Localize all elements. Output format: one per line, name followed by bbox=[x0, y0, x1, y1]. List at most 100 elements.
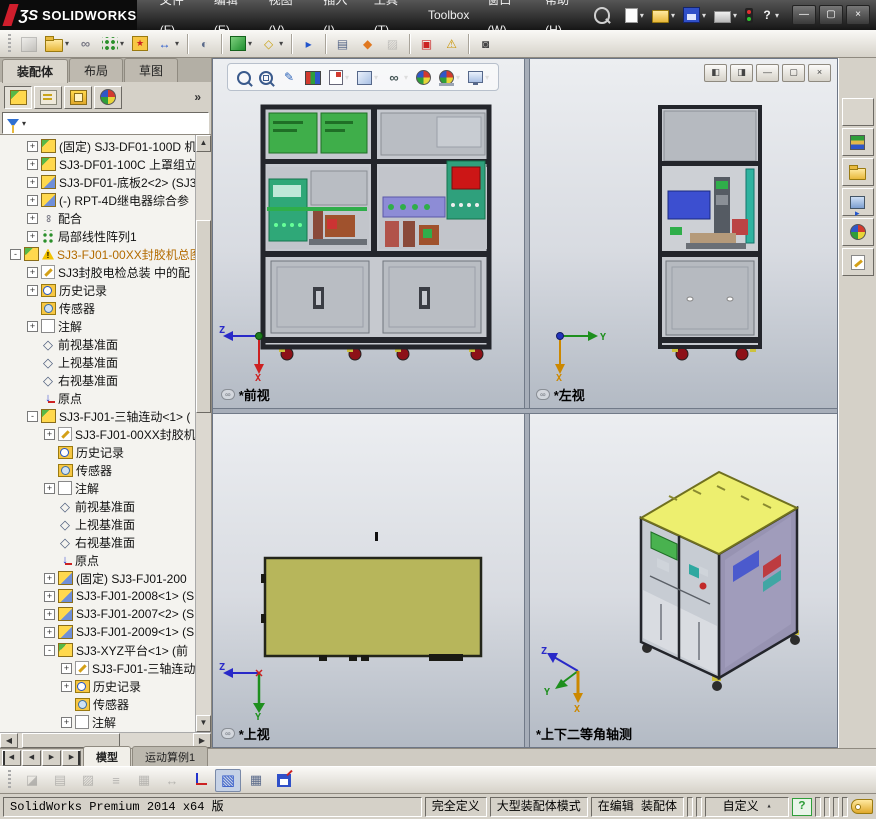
tree-item[interactable]: 传感器 bbox=[0, 299, 195, 317]
left-view-model[interactable] bbox=[630, 103, 790, 363]
explode-line-sketch-button[interactable]: ▨ bbox=[380, 33, 405, 55]
help-button[interactable]: ? ▾ bbox=[758, 6, 782, 24]
tree-item[interactable]: ◇ 上视基准面 bbox=[0, 515, 195, 533]
tree-item[interactable]: + 注解 bbox=[0, 713, 195, 731]
reference-geometry-button[interactable]: ◇ ▾ bbox=[256, 33, 287, 55]
chevron-down-icon[interactable]: ▾ bbox=[345, 73, 349, 82]
assembly-features-button[interactable]: ▾ bbox=[226, 33, 256, 54]
viewport-left[interactable]: Y X ∞ *左视 bbox=[528, 59, 837, 408]
chevron-down-icon[interactable]: ▾ bbox=[374, 73, 378, 82]
viewport-top[interactable]: Z Y ∞ *上视 bbox=[213, 412, 524, 747]
expand-toggle[interactable]: - bbox=[27, 410, 38, 422]
tree-item[interactable]: + ∞ 配合 bbox=[0, 209, 195, 227]
tree-item[interactable]: ◇ 右视基准面 bbox=[0, 533, 195, 551]
viewport-grid-button[interactable]: ▦ bbox=[243, 769, 269, 792]
property-manager-tab[interactable] bbox=[34, 85, 62, 109]
expand-toggle[interactable]: + bbox=[27, 158, 38, 170]
left-pane-toggle-button[interactable]: ◧ bbox=[704, 64, 727, 82]
chevron-down-icon[interactable]: ▾ bbox=[640, 11, 644, 20]
tree-item[interactable]: -! SJ3-FJ01-00XX封胶机总图 bbox=[0, 245, 195, 263]
design-library-button[interactable] bbox=[841, 128, 874, 156]
move-component-button[interactable]: ↔ ▾ bbox=[152, 33, 183, 55]
file-explorer-button[interactable] bbox=[841, 158, 874, 186]
expand-toggle[interactable]: + bbox=[44, 590, 55, 602]
tree-item[interactable]: + 注解 bbox=[0, 317, 195, 335]
tree-item[interactable]: + 局部线性阵列1 bbox=[0, 227, 195, 245]
chevron-down-icon[interactable]: ▾ bbox=[175, 39, 179, 48]
chevron-down-icon[interactable]: ▾ bbox=[775, 11, 779, 20]
quick-tips-button[interactable]: ? bbox=[792, 797, 812, 816]
right-pane-toggle-button[interactable]: ◨ bbox=[730, 64, 753, 82]
swap-arrows-button[interactable]: ↔ bbox=[159, 769, 185, 792]
tree-item[interactable]: + SJ3-DF01-底板2<2> (SJ3- bbox=[0, 173, 195, 191]
expand-toggle[interactable]: + bbox=[27, 140, 38, 152]
tree-item[interactable]: + SJ3-FJ01-00XX封胶机. bbox=[0, 425, 195, 443]
filter-dropdown-arrow[interactable]: ▾ bbox=[22, 119, 26, 128]
scroll-thumb[interactable] bbox=[196, 219, 211, 413]
drawing-section-button[interactable]: ▾ bbox=[326, 68, 352, 87]
chevron-down-icon[interactable]: ▾ bbox=[671, 11, 675, 20]
coordinate-axes-button[interactable] bbox=[187, 769, 213, 792]
feature-manager-tab[interactable] bbox=[4, 85, 32, 109]
expand-toggle[interactable]: + bbox=[61, 662, 72, 674]
smart-fasteners-button[interactable]: ★ bbox=[128, 33, 152, 54]
scroll-left-arrow[interactable]: ◀ bbox=[0, 733, 18, 748]
chevron-down-icon[interactable]: ▾ bbox=[248, 39, 252, 48]
tree-item[interactable]: ◇ 上视基准面 bbox=[0, 353, 195, 371]
performance-monitor-button[interactable] bbox=[742, 6, 756, 25]
horizontal-splitter[interactable] bbox=[213, 408, 837, 414]
restore-document-button[interactable]: ▢ bbox=[782, 64, 805, 82]
zoom-fit-button[interactable] bbox=[234, 68, 254, 87]
front-view-model[interactable] bbox=[251, 103, 501, 363]
view-palette-button[interactable] bbox=[841, 188, 874, 221]
section-view-button[interactable] bbox=[302, 68, 324, 87]
chevron-down-icon[interactable]: ▾ bbox=[279, 39, 283, 48]
expand-toggle[interactable]: + bbox=[27, 266, 38, 278]
filter-icon[interactable] bbox=[7, 119, 19, 133]
tree-item[interactable]: + (固定) SJ3-DF01-100D 机 bbox=[0, 137, 195, 155]
configuration-manager-tab[interactable] bbox=[64, 85, 92, 109]
panel-tab-1[interactable]: 布局 bbox=[69, 58, 124, 82]
expand-toggle[interactable]: + bbox=[27, 320, 38, 332]
tree-item[interactable]: ↓ 原点 bbox=[0, 551, 195, 569]
tree-item[interactable]: 传感器 bbox=[0, 461, 195, 479]
first-tab-button[interactable]: ◀ bbox=[2, 750, 21, 766]
expand-toggle[interactable]: - bbox=[44, 644, 55, 656]
expand-toggle[interactable]: + bbox=[27, 230, 38, 242]
chevron-down-icon[interactable]: ▾ bbox=[485, 73, 489, 82]
expand-toggle[interactable]: + bbox=[44, 428, 55, 440]
next-tab-button[interactable]: ▶ bbox=[42, 750, 61, 766]
hide-show-button[interactable]: ∞ ▾ bbox=[383, 68, 411, 87]
line-list-button[interactable]: ≡ bbox=[103, 769, 129, 792]
overflow-chevron[interactable]: » bbox=[188, 90, 207, 104]
scene-button[interactable]: ▾ bbox=[436, 67, 463, 87]
expand-toggle[interactable]: + bbox=[44, 482, 55, 494]
close-window-button[interactable]: × bbox=[846, 5, 870, 25]
show-hidden-components-button[interactable]: ◐ bbox=[192, 33, 217, 55]
mate-button[interactable]: ∞ bbox=[73, 33, 98, 55]
insert-component-button[interactable] bbox=[17, 33, 41, 55]
grid-table-button[interactable]: ▦ bbox=[131, 769, 157, 792]
tree-item[interactable]: ◇ 前视基准面 bbox=[0, 497, 195, 515]
tree-vertical-scrollbar[interactable]: ▲ ▼ bbox=[195, 135, 211, 732]
exploded-view-button[interactable]: ◆ bbox=[355, 33, 380, 55]
tree-item[interactable]: + 注解 bbox=[0, 479, 195, 497]
expand-toggle[interactable]: + bbox=[61, 680, 72, 692]
tree-item[interactable]: 历史记录 bbox=[0, 443, 195, 461]
expand-toggle[interactable]: + bbox=[27, 212, 38, 224]
tree-item[interactable]: + (-) RPT-4D继电器综合参 bbox=[0, 191, 195, 209]
chevron-down-icon[interactable]: ▾ bbox=[404, 73, 408, 82]
magnify-button[interactable]: ✎ bbox=[278, 68, 300, 87]
expand-toggle[interactable]: - bbox=[10, 248, 21, 260]
view-orientation-button[interactable]: ▾ bbox=[354, 68, 381, 87]
last-tab-button[interactable]: ▶ bbox=[62, 750, 81, 766]
toolbar-grip[interactable] bbox=[8, 33, 11, 54]
previous-tab-button[interactable]: ◀ bbox=[22, 750, 41, 766]
display-manager-tab[interactable] bbox=[94, 85, 122, 109]
chevron-down-icon[interactable]: ▾ bbox=[702, 11, 706, 20]
tree-item[interactable]: + SJ3-DF01-100C 上罩组立 bbox=[0, 155, 195, 173]
tags-button[interactable] bbox=[851, 799, 873, 814]
bill-of-materials-button[interactable]: ▤ bbox=[330, 33, 355, 55]
resources-button[interactable] bbox=[841, 98, 874, 126]
expand-toggle[interactable]: + bbox=[44, 572, 55, 584]
